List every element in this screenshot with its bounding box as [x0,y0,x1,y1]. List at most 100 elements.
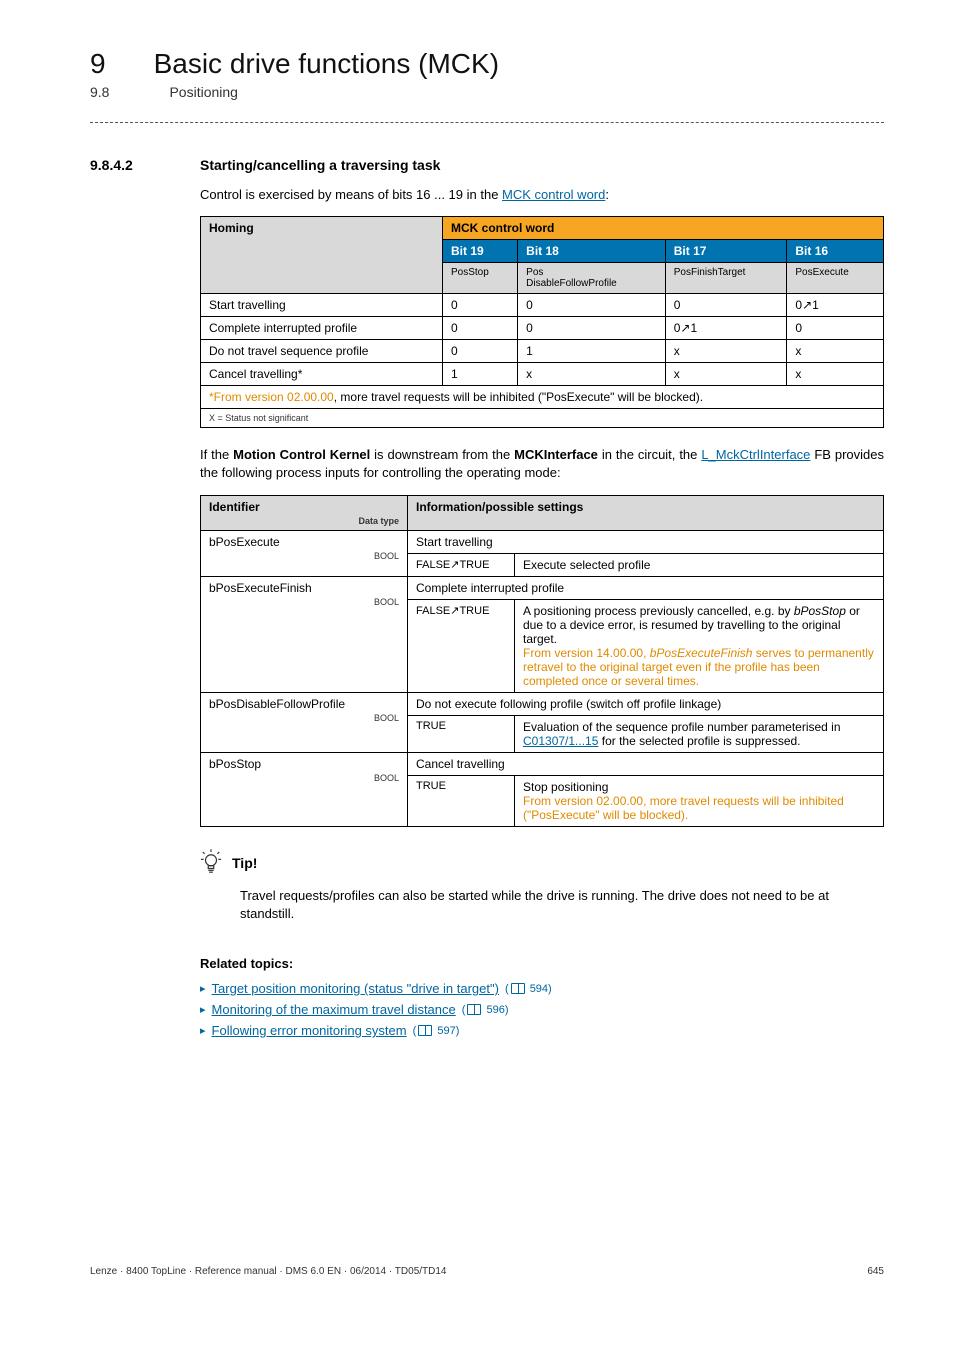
table2-r2-txt-post: for the selected profile is suppressed. [598,734,800,748]
para2-b2: MCKInterface [514,447,598,462]
list-item: Following error monitoring system ( 597) [200,1023,884,1038]
table1-sub3: PosExecute [787,263,884,294]
mckctrlinterface-link[interactable]: L_MckCtrlInterface [701,447,810,462]
table1-ctrl-header: MCK control word [443,217,884,240]
table2-r0-txt: Execute selected profile [515,554,884,577]
table1-r1-c2: 0↗1 [665,317,787,340]
identifier-table: Identifier Data type Information/possibl… [200,495,884,827]
table1-sub0: PosStop [443,263,518,294]
table-row: bPosStop BOOL Cancel travelling [201,753,884,776]
table2-r1-orange-pre: From version 14.00.00 [523,646,643,660]
table-row: bPosExecuteFinish BOOL Complete interrup… [201,577,884,600]
book-icon [467,1004,481,1015]
table-row: Cancel travelling* 1 x x x [201,363,884,386]
table2-r3-orange: From version 02.00.00, more travel reque… [523,794,844,822]
related-page-2: 597 [437,1025,455,1037]
table2-r0-title: Start travelling [408,531,884,554]
chapter-title: Basic drive functions (MCK) [154,48,499,80]
table1-r3-c2: x [665,363,787,386]
table-row: Complete interrupted profile 0 0 0↗1 0 [201,317,884,340]
intro-text-post: : [605,187,609,202]
book-icon [511,983,525,994]
related-link-2[interactable]: Following error monitoring system [212,1023,407,1038]
c01307-link[interactable]: C01307/1...15 [523,734,598,748]
subchapter-number: 9.8 [90,84,109,100]
intro-text-pre: Control is exercised by means of bits 16… [200,187,502,202]
related-link-1[interactable]: Monitoring of the maximum travel distanc… [212,1002,456,1017]
table-row: Do not travel sequence profile 0 1 x x [201,340,884,363]
table1-xnote: X = Status not significant [201,409,884,428]
table2-r1-dtype: BOOL [209,597,399,607]
table2-r1-txt: A positioning process previously cancell… [515,600,884,693]
table1-note-rest: , more travel requests will be inhibited… [334,390,703,404]
table-row: Start travelling 0 0 0 0↗1 [201,294,884,317]
table2-r1-txt-i: bPosStop [794,604,846,618]
related-page-1: 596 [486,1004,504,1016]
table2-r3-title: Cancel travelling [408,753,884,776]
table1-bit19: Bit 19 [443,240,518,263]
table2-r2-txt: Evaluation of the sequence profile numbe… [515,716,884,753]
footer-page-number: 645 [867,1266,884,1277]
table1-r0-c2: 0 [665,294,787,317]
table1-bit16: Bit 16 [787,240,884,263]
table1-r2-c1: 1 [518,340,666,363]
table1-r1-c1: 0 [518,317,666,340]
section-number: 9.8.4.2 [90,157,160,173]
table2-head-id-text: Identifier [209,500,260,514]
related-link-0[interactable]: Target position monitoring (status "driv… [212,981,499,996]
table2-r0-id: bPosExecute [209,535,280,549]
table-row: bPosDisableFollowProfile BOOL Do not exe… [201,693,884,716]
table1-r2-c2: x [665,340,787,363]
intro-paragraph: Control is exercised by means of bits 16… [200,187,884,202]
table1-r3-c0: 1 [443,363,518,386]
table1-bit17: Bit 17 [665,240,787,263]
tip-heading: Tip! [232,855,257,871]
table1-r2-c0: 0 [443,340,518,363]
control-word-table: Homing MCK control word Bit 19 Bit 18 Bi… [200,216,884,428]
related-page-0: 594 [530,983,548,995]
table1-r3-label: Cancel travelling* [201,363,443,386]
table1-note-row: *From version 02.00.00, more travel requ… [201,386,884,409]
table2-r0-dtype: BOOL [209,551,399,561]
para2-post1: in the circuit, the [598,447,701,462]
table2-r3-txt: Stop positioning From version 02.00.00, … [515,776,884,827]
subchapter-title: Positioning [169,84,238,100]
table2-r1-id: bPosExecuteFinish [209,581,312,595]
para2-pre: If the [200,447,233,462]
table1-homing-header: Homing [201,217,443,294]
table2-r1-orange-i: bPosExecuteFinish [650,646,753,660]
table2-r3-line1: Stop positioning [523,780,608,794]
table1-r2-c3: x [787,340,884,363]
table2-head-info: Information/possible settings [408,496,884,531]
table2-head-id-sub: Data type [209,516,399,526]
lightbulb-icon [200,849,222,877]
table2-r3-id: bPosStop [209,757,261,771]
table1-bit18: Bit 18 [518,240,666,263]
table2-r3-tf: TRUE [408,776,515,827]
table2-r1-txt-pre: A positioning process previously cancell… [523,604,794,618]
table1-r1-label: Complete interrupted profile [201,317,443,340]
list-item: Monitoring of the maximum travel distanc… [200,1002,884,1017]
table1-r3-c1: x [518,363,666,386]
para2-mid: is downstream from the [370,447,514,462]
table1-r0-c3: 0↗1 [787,294,884,317]
related-pageref-0: ( 594) [505,983,552,995]
table1-r3-c3: x [787,363,884,386]
table2-r1-tf: FALSE↗TRUE [408,600,515,693]
table1-r0-label: Start travelling [201,294,443,317]
table1-sub2: PosFinishTarget [665,263,787,294]
table2-head-id: Identifier Data type [201,496,408,531]
related-list: Target position monitoring (status "driv… [200,981,884,1038]
table-row: bPosExecute BOOL Start travelling [201,531,884,554]
tip-body: Travel requests/profiles can also be sta… [240,887,884,922]
table2-r1-orange: From version 14.00.00, bPosExecuteFinish… [523,646,874,688]
table1-xnote-row: X = Status not significant [201,409,884,428]
section-heading: Starting/cancelling a traversing task [200,157,440,173]
table2-r2-txt-pre: Evaluation of the sequence profile numbe… [523,720,841,734]
table2-r2-id: bPosDisableFollowProfile [209,697,345,711]
para2: If the Motion Control Kernel is downstre… [200,446,884,481]
mck-control-word-link[interactable]: MCK control word [502,187,605,202]
table1-r0-c1: 0 [518,294,666,317]
table2-r3-dtype: BOOL [209,773,399,783]
book-icon [418,1025,432,1036]
